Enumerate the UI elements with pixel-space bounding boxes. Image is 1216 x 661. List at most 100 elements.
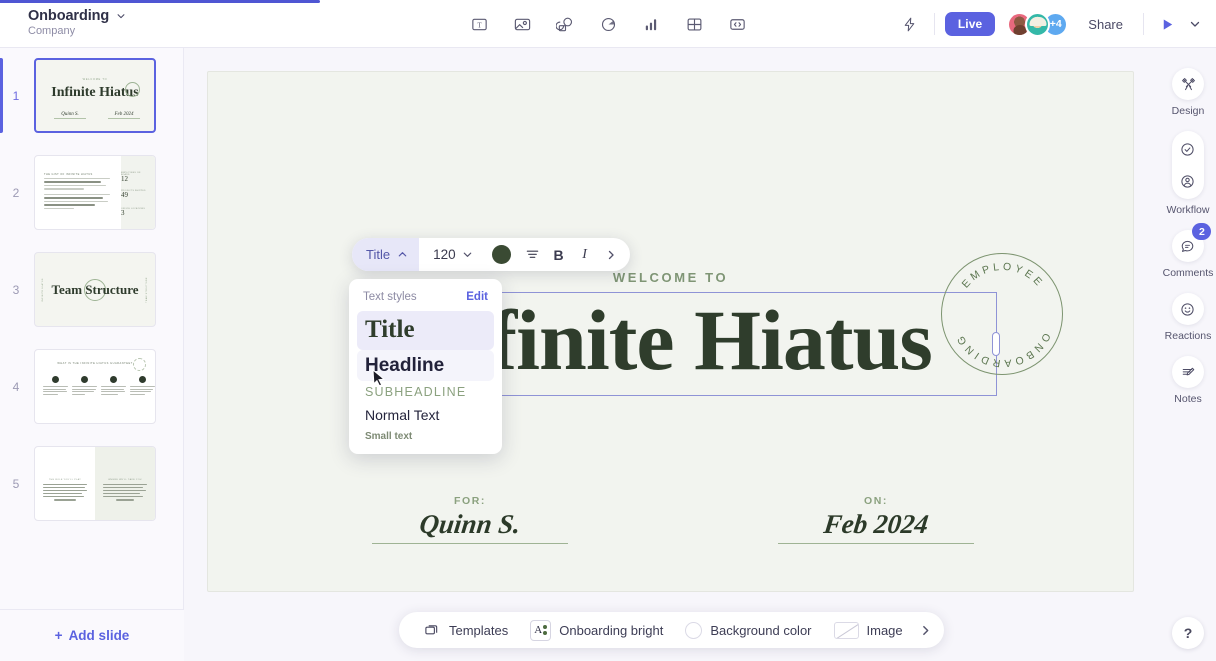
- avatar[interactable]: [1025, 11, 1051, 37]
- templates-label: Templates: [449, 622, 509, 638]
- style-option-normal-text[interactable]: Normal Text: [357, 403, 494, 427]
- more-options-chevron-right-icon[interactable]: [598, 242, 624, 268]
- field-on[interactable]: ON: Feb 2024: [778, 495, 974, 544]
- rail-label: Workflow: [1166, 204, 1210, 216]
- chevron-down-icon[interactable]: [116, 11, 126, 21]
- thumbnail-canvas[interactable]: WHAT IS THE INFINITE HIATUS GUARANTEE?: [34, 349, 156, 424]
- field-for[interactable]: FOR: Quinn S.: [372, 495, 568, 544]
- rail-label: Comments: [1162, 267, 1214, 279]
- rail-item-reactions[interactable]: Reactions: [1165, 293, 1211, 342]
- field-value[interactable]: Quinn S.: [370, 509, 569, 539]
- style-option-label: Small text: [365, 431, 413, 443]
- image-tool-icon[interactable]: [508, 10, 536, 38]
- theme-button[interactable]: A Onboarding bright: [519, 615, 674, 646]
- style-option-label: Headline: [365, 354, 445, 376]
- slide-thumbnail-5[interactable]: 5 THE ROLE YOU'LL PLAY WHERE WE'LL TAKE …: [0, 440, 184, 527]
- templates-button[interactable]: Templates: [413, 617, 519, 644]
- slide-thumbnail-3[interactable]: 3 Team Structure INFINITE HIATUS TEAM ST…: [0, 246, 184, 333]
- style-option-label: SUBHEADLINE: [365, 385, 467, 400]
- slides-list[interactable]: 1 WELCOME TO Infinite Hiatus Quinn S. Fe…: [0, 48, 184, 608]
- top-right-actions: Live +4 Share: [896, 0, 1208, 48]
- present-controls: [1154, 11, 1208, 37]
- thumb-feature-column: [72, 376, 97, 397]
- text-color-swatch[interactable]: [491, 245, 511, 264]
- approve-check-icon[interactable]: [1172, 134, 1204, 164]
- thumbnail-canvas[interactable]: Team Structure INFINITE HIATUS TEAM STRU…: [34, 252, 156, 327]
- text-align-icon[interactable]: [520, 242, 546, 268]
- slide-kicker-text[interactable]: WELCOME TO: [613, 270, 728, 285]
- feature-icon: [52, 376, 59, 383]
- slide-thumbnail-2[interactable]: 2 THE GIST OF INFINITE HIATUS EMPLOYEES …: [0, 149, 184, 236]
- progress-accent-bar: [0, 0, 320, 3]
- thumb-stat: EMPLOYEES ON BOARD 12: [121, 172, 149, 184]
- slide-canvas[interactable]: WELCOME TO Infinite Hiatus EMPLOYEE ONBO…: [207, 71, 1134, 592]
- text-tool-icon[interactable]: T: [465, 10, 493, 38]
- text-style-selector[interactable]: Title: [352, 238, 420, 271]
- graphic-tool-icon[interactable]: [594, 10, 622, 38]
- thumb-body-text: [44, 178, 110, 211]
- slide-number: 5: [12, 476, 20, 491]
- quick-actions-bolt-icon[interactable]: [896, 10, 924, 38]
- document-info: Onboarding Company: [28, 8, 126, 37]
- style-option-title[interactable]: Title: [357, 311, 494, 350]
- thumb-kicker: WELCOME TO: [82, 78, 108, 81]
- slide-thumbnail-4[interactable]: 4 WHAT IS THE INFINITE HIATUS GUARANTEE?: [0, 343, 184, 430]
- design-bar-more-chevron-right-icon[interactable]: [914, 618, 938, 642]
- present-play-icon[interactable]: [1154, 11, 1180, 37]
- style-option-headline[interactable]: Headline: [357, 349, 494, 382]
- rail-item-notes[interactable]: Notes: [1172, 356, 1204, 405]
- field-value[interactable]: Feb 2024: [776, 509, 975, 539]
- thumb-feature-column: [130, 376, 155, 397]
- add-slide-button[interactable]: + Add slide: [0, 609, 184, 661]
- rail-item-design[interactable]: Design: [1172, 68, 1204, 117]
- share-button[interactable]: Share: [1078, 11, 1133, 38]
- thumb-side-label-right: TEAM STRUCTURE: [146, 276, 148, 303]
- divider: [1143, 13, 1144, 35]
- document-subtitle: Company: [28, 25, 76, 37]
- thumb-field-on: Feb 2024: [108, 112, 140, 119]
- design-tools-icon: [1172, 68, 1204, 100]
- rail-label: Notes: [1174, 393, 1202, 405]
- thumb-feature-column: [43, 376, 68, 397]
- shapes-tool-icon[interactable]: [551, 10, 579, 38]
- workflow-icon: [1171, 131, 1204, 199]
- canvas-area[interactable]: WELCOME TO Infinite Hiatus EMPLOYEE ONBO…: [184, 48, 1160, 661]
- style-option-subheadline[interactable]: SUBHEADLINE: [357, 381, 494, 403]
- thumbnail-canvas[interactable]: THE GIST OF INFINITE HIATUS EMPLOYEES ON…: [34, 155, 156, 230]
- thumb-stat: PROJECTS SHIPPED 49: [121, 190, 149, 200]
- rail-item-comments[interactable]: 2 Comments: [1162, 223, 1214, 279]
- bold-button[interactable]: B: [546, 242, 572, 268]
- background-image-button[interactable]: Image: [823, 617, 914, 644]
- employee-onboarding-stamp-icon[interactable]: EMPLOYEE ONBOARDING: [941, 253, 1063, 375]
- svg-text:ONBOARDING: ONBOARDING: [953, 331, 1052, 369]
- present-chevron-down-icon[interactable]: [1182, 11, 1208, 37]
- table-tool-icon[interactable]: [680, 10, 708, 38]
- field-underline: [778, 542, 974, 544]
- slide-thumbnail-1[interactable]: 1 WELCOME TO Infinite Hiatus Quinn S. Fe…: [0, 52, 184, 139]
- embed-code-tool-icon[interactable]: [723, 10, 751, 38]
- font-size-value: 120: [433, 247, 456, 262]
- right-rail: Design Workflow 2 Comments Reactions Not…: [1160, 48, 1216, 661]
- thumb-text-block-right: WHERE WE'LL TAKE YOU: [103, 479, 147, 503]
- help-button[interactable]: ?: [1172, 617, 1204, 649]
- thumb-text-block-left: THE ROLE YOU'LL PLAY: [43, 479, 87, 503]
- edit-styles-link[interactable]: Edit: [466, 291, 488, 303]
- thumbnail-canvas[interactable]: THE ROLE YOU'LL PLAY WHERE WE'LL TAKE YO…: [34, 446, 156, 521]
- style-option-small-text[interactable]: Small text: [357, 427, 494, 446]
- theme-font-icon: A: [530, 619, 552, 641]
- chart-tool-icon[interactable]: [637, 10, 665, 38]
- font-size-selector[interactable]: 120: [419, 247, 483, 262]
- thumbnail-canvas[interactable]: WELCOME TO Infinite Hiatus Quinn S. Feb …: [34, 58, 156, 133]
- rail-item-workflow[interactable]: Workflow: [1166, 131, 1210, 216]
- underline: [108, 118, 140, 119]
- assignee-person-icon[interactable]: [1172, 166, 1204, 196]
- plus-icon: +: [54, 628, 63, 643]
- live-button[interactable]: Live: [944, 12, 996, 36]
- thumb-heading: THE GIST OF INFINITE HIATUS: [44, 173, 93, 176]
- stat-value: 49: [121, 191, 128, 199]
- italic-button[interactable]: I: [572, 242, 598, 268]
- slide-design-bar: Templates A Onboarding bright Background…: [399, 612, 944, 648]
- background-color-button[interactable]: Background color: [674, 617, 822, 644]
- text-styles-dropdown[interactable]: Text styles Edit Title Headline SUBHEADL…: [349, 279, 502, 455]
- stat-value: 3: [121, 209, 125, 217]
